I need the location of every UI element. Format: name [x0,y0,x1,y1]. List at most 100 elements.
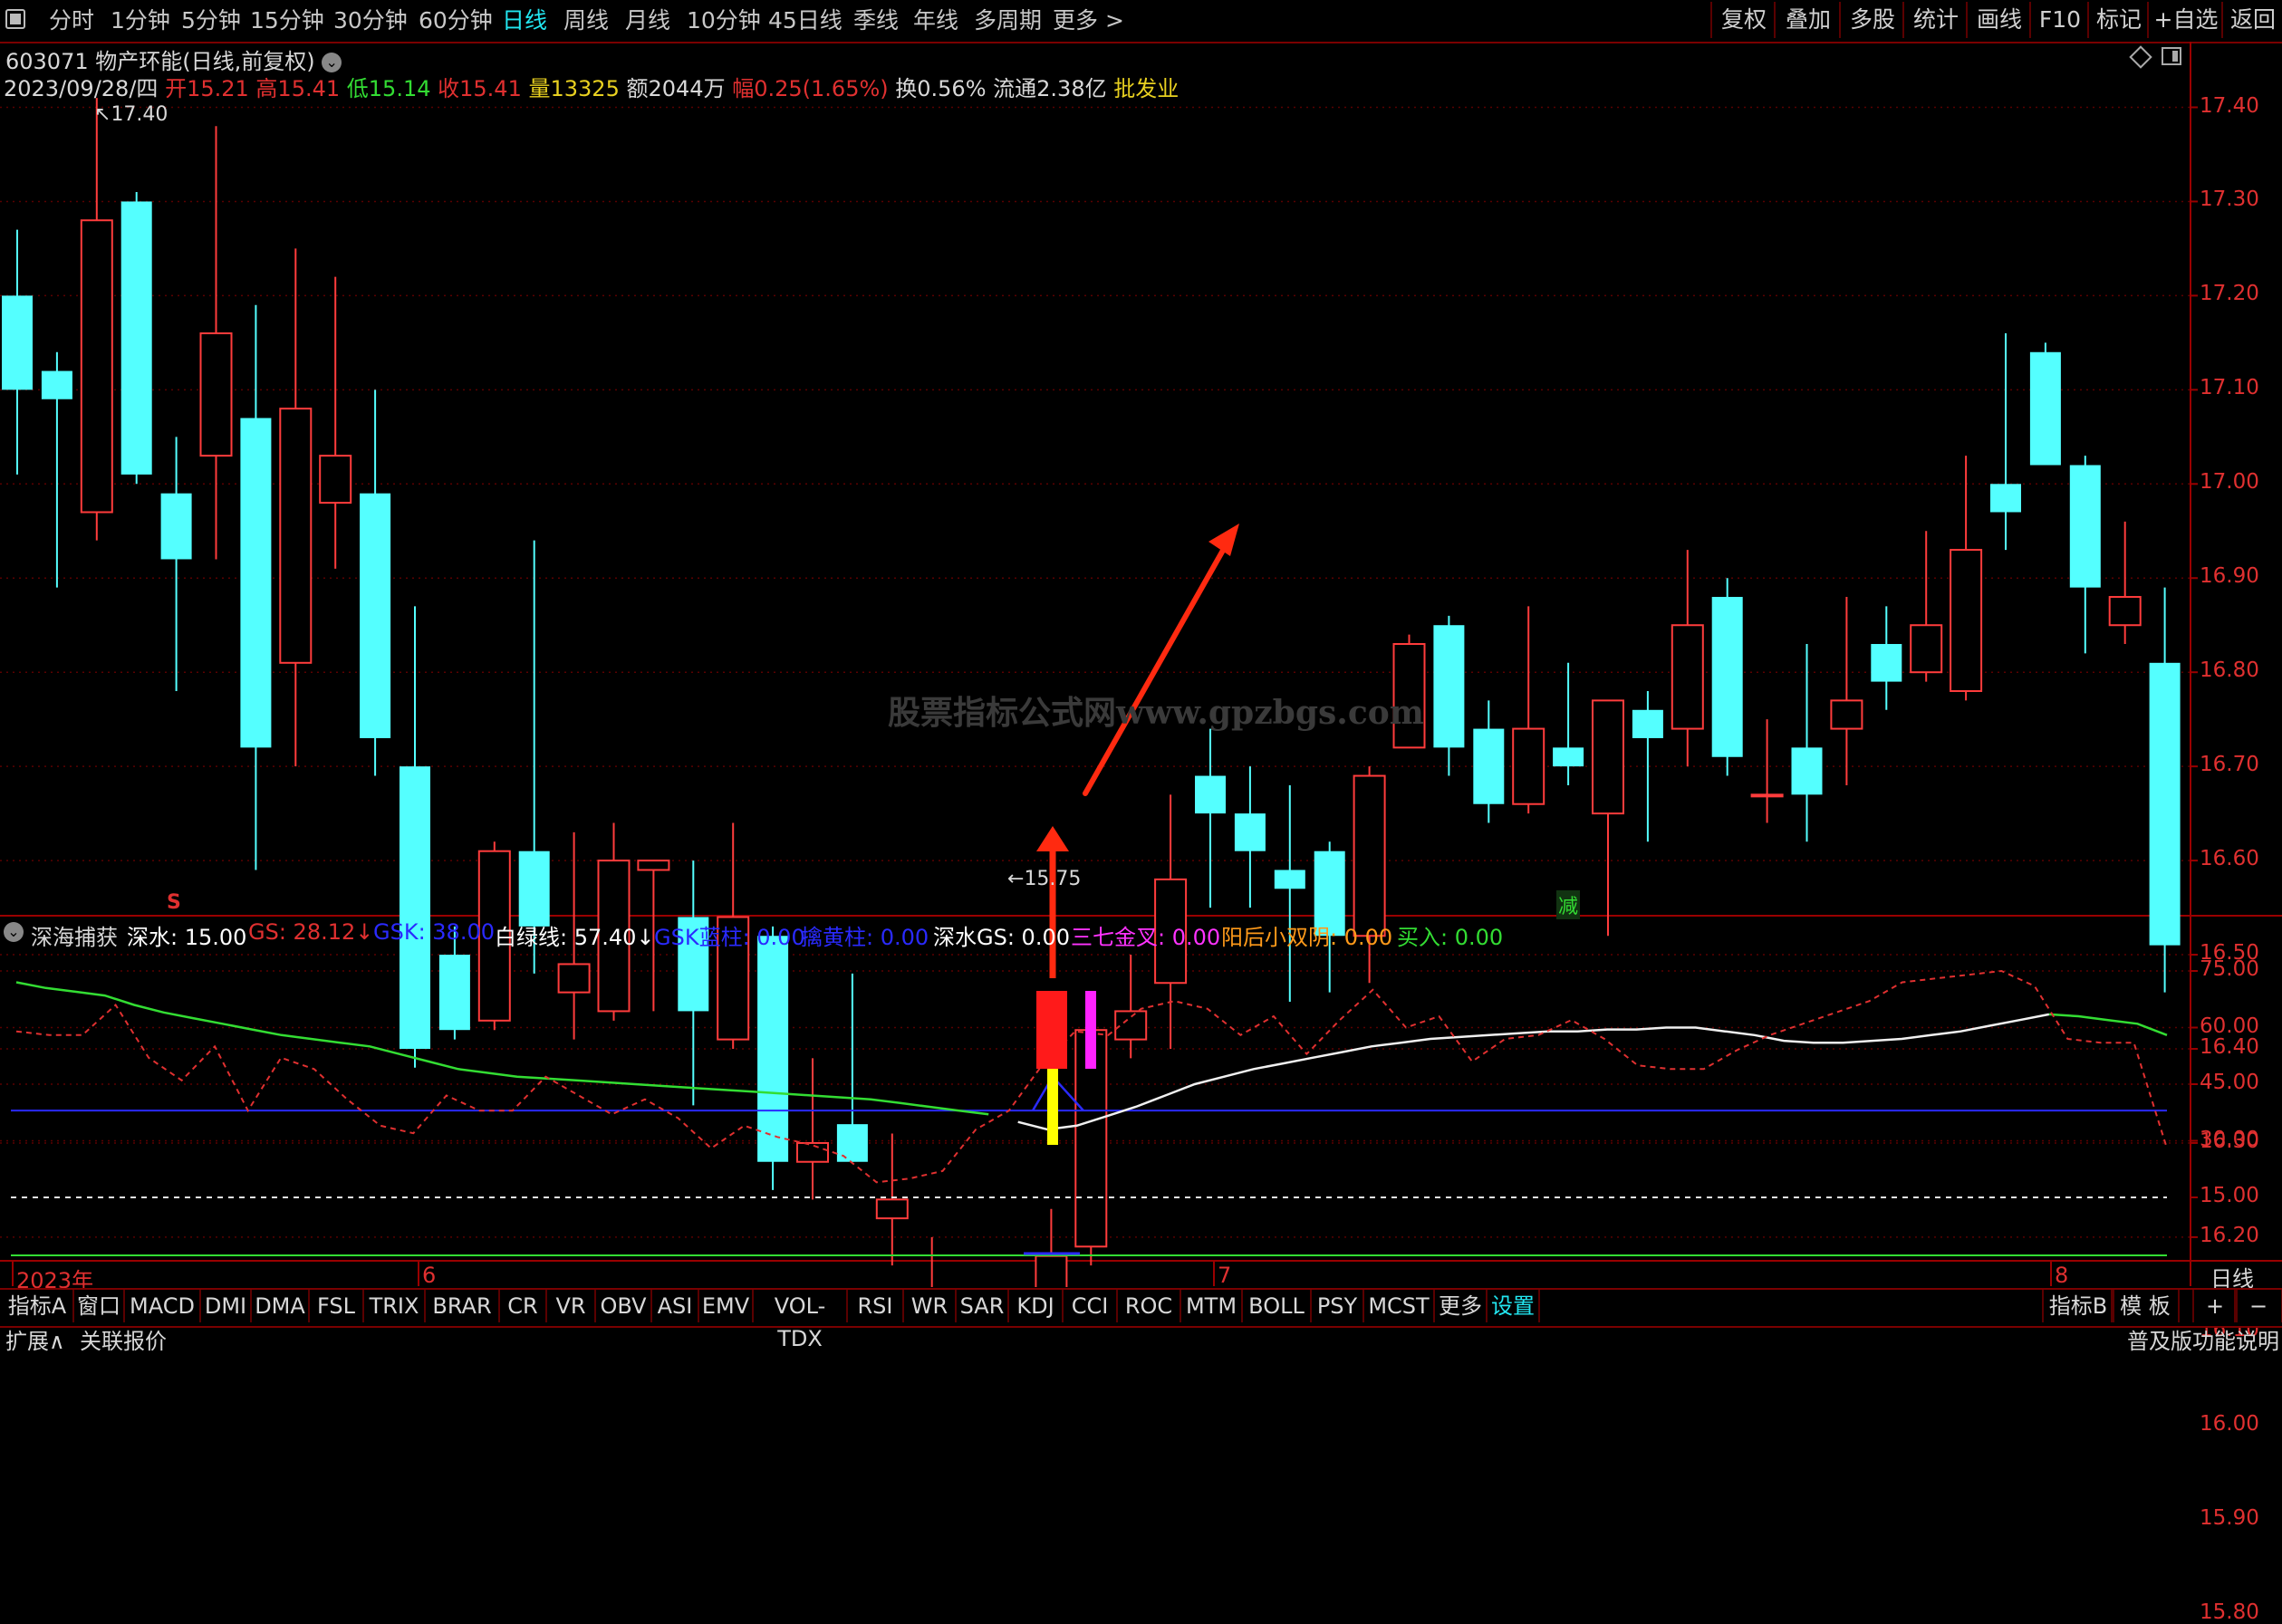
price-chart[interactable] [0,42,2282,1287]
period-tab[interactable]: 60分钟 [419,4,493,38]
period-tab[interactable]: 45日线 [768,4,843,38]
candle[interactable] [1671,550,1704,767]
indicator-tab[interactable]: 设置 [1488,1290,1540,1322]
indicator-tab[interactable]: DMI [201,1290,252,1322]
period-tab[interactable]: 周线 [563,4,609,38]
toolbar-button[interactable]: 叠加 [1774,2,1841,38]
candle[interactable] [518,540,550,974]
period-tab[interactable]: 年线 [913,4,958,38]
candle[interactable] [279,248,313,767]
indicator-tab-right[interactable]: − [2234,1290,2282,1322]
indicator-tab[interactable]: TRIX [364,1290,426,1322]
candle[interactable] [1512,606,1545,814]
toolbar-button[interactable]: 统计 [1902,2,1968,38]
indicator-tab[interactable]: ROC [1118,1290,1181,1322]
indicator-tab[interactable]: BRAR [426,1290,500,1322]
candle[interactable] [2149,587,2181,993]
indicator-tab[interactable]: KDJ [1009,1290,1064,1322]
indicator-tab[interactable]: SAR [957,1290,1009,1322]
period-tab[interactable]: 月线 [625,4,670,38]
indicator-tab[interactable]: VOL-TDX [754,1290,848,1351]
indicator-tab[interactable]: DMA [252,1290,310,1322]
period-tab[interactable]: 季线 [853,4,899,38]
candle[interactable] [1234,766,1266,908]
candle[interactable] [757,926,789,1190]
indicator-tab[interactable]: RSI [848,1290,904,1322]
candle[interactable] [1711,578,1743,776]
toolbar-button[interactable]: 画线 [1966,2,2031,38]
toolbar-button[interactable]: 返回 [2221,2,2282,38]
candle[interactable] [1473,700,1505,823]
candle[interactable] [1950,456,1983,701]
indicator-tab[interactable]: BOLL [1243,1290,1312,1322]
indicator-tab[interactable]: CR [500,1290,547,1322]
indicator-tab[interactable]: 窗口 [74,1290,125,1322]
candle[interactable] [160,437,192,691]
period-tab[interactable]: 30分钟 [333,4,408,38]
indicator-tab-right[interactable]: 指标B [2042,1290,2114,1322]
period-tab[interactable]: 5分钟 [181,4,241,38]
indicator-tab[interactable]: 指标A [2,1290,74,1322]
indicator-tab[interactable]: MACD [125,1290,201,1322]
candle[interactable] [41,351,72,588]
indicator-tab[interactable]: FSL [310,1290,364,1322]
candle[interactable] [360,389,391,776]
candle[interactable] [1195,728,1226,908]
candle[interactable] [1871,606,1902,710]
edition-note[interactable]: 普及版功能说明 [2127,1324,2279,1359]
candle[interactable] [1830,597,1863,785]
candle[interactable] [1114,955,1148,1059]
candle[interactable] [1592,699,1624,937]
candle[interactable] [836,973,868,1162]
indicator-settings-icon[interactable]: ⌄ [4,922,24,942]
candle[interactable] [1035,1208,1068,1287]
candle[interactable] [400,606,430,1068]
candle[interactable] [1314,841,1345,993]
candle[interactable] [120,192,152,485]
candle[interactable] [1750,719,1784,823]
indicator-name[interactable]: 深海捕获 [31,919,118,951]
candle[interactable] [1433,615,1465,776]
indicator-tab-right[interactable]: + [2192,1290,2238,1322]
indicator-tab[interactable]: VR [547,1290,596,1322]
candle[interactable] [1990,332,2021,551]
expand-button[interactable]: 扩展∧ [5,1324,65,1359]
period-tab[interactable]: 多周期 [974,4,1042,38]
candle[interactable] [796,1058,829,1200]
candle[interactable] [2029,342,2061,466]
indicator-tab[interactable]: MTM [1181,1290,1243,1322]
candle[interactable] [2108,521,2142,645]
candle[interactable] [1791,644,1823,842]
candle[interactable] [678,860,709,1106]
period-tab[interactable]: 分时 [49,4,94,38]
period-tab[interactable]: 日线 [502,4,547,38]
period-tab[interactable]: 15分钟 [250,4,324,38]
related-quote-button[interactable]: 关联报价 [80,1324,167,1359]
period-tab[interactable]: 1分钟 [111,4,170,38]
toolbar-button[interactable]: F10 [2029,2,2089,38]
indicator-tab[interactable]: WR [904,1290,957,1322]
candle[interactable] [199,126,233,560]
toolbar-button[interactable]: 复权 [1710,2,1776,38]
toolbar-button[interactable]: 标记 [2087,2,2149,38]
candle[interactable] [80,98,113,541]
period-tab[interactable]: 10分钟 [687,4,761,38]
window-menu-icon[interactable] [5,9,25,29]
candle[interactable] [1910,531,1943,682]
candle[interactable] [1274,784,1305,1003]
indicator-tab[interactable]: 更多 [1435,1290,1488,1322]
candle[interactable] [917,1236,948,1287]
toolbar-button[interactable]: +自选 [2147,2,2223,38]
candle[interactable] [2,229,33,475]
indicator-tab[interactable]: EMV [699,1290,754,1322]
candle[interactable] [2069,456,2101,654]
indicator-tab[interactable]: ASI [652,1290,699,1322]
indicator-tab-right[interactable]: 模 板 [2111,1290,2180,1322]
indicator-tab[interactable]: PSY [1312,1290,1364,1322]
indicator-tab[interactable]: CCI [1064,1290,1118,1322]
period-tab[interactable]: 更多 > [1053,4,1124,38]
candle[interactable] [875,1133,909,1266]
candle[interactable] [319,276,352,569]
toolbar-button[interactable]: 多股 [1839,2,1904,38]
indicator-tab[interactable]: OBV [596,1290,652,1322]
